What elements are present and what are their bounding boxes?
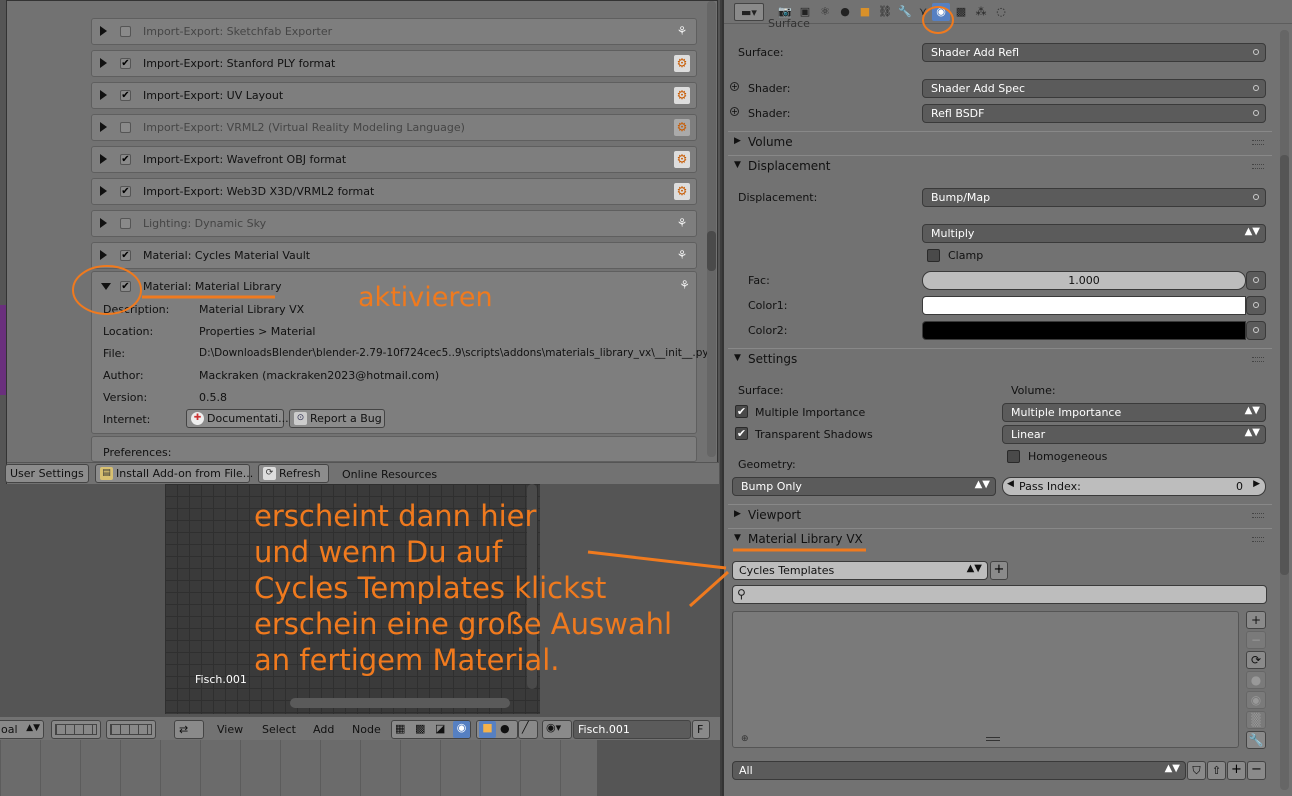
annotation-explanation: erscheint dann hier und wenn Du auf Cycl… xyxy=(254,498,672,678)
annotation-line: an fertigem Material. xyxy=(254,643,560,677)
annotation-arrow-line-2 xyxy=(688,570,730,608)
annotation-activate: aktivieren xyxy=(358,282,493,313)
annotation-circle-material-tab xyxy=(922,6,954,34)
annotation-circle-checkbox xyxy=(72,265,142,315)
annotation-line: erschein eine große Auswahl xyxy=(254,607,673,641)
annotation-line: Cycles Templates klickst xyxy=(254,571,607,605)
annotation-line: erscheint dann hier xyxy=(254,499,537,533)
annotation-line: und wenn Du auf xyxy=(254,535,503,569)
